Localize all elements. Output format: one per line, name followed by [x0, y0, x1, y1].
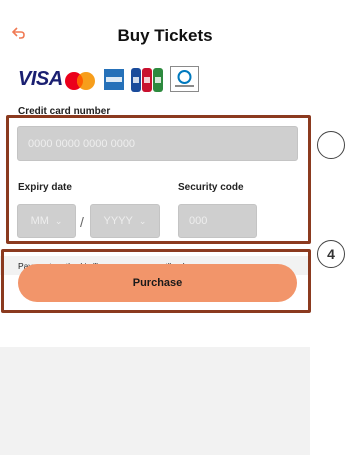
diners-club-logo	[170, 66, 199, 92]
form-highlight-box	[6, 115, 311, 244]
amex-logo	[104, 69, 124, 90]
card-brand-logos: VISA	[0, 56, 310, 96]
header-bar: Buy Tickets	[0, 0, 310, 56]
callout-form	[317, 131, 345, 159]
purchase-highlight-box	[1, 249, 311, 313]
visa-logo: VISA	[18, 68, 63, 90]
mastercard-logo	[65, 72, 95, 90]
page-title: Buy Tickets	[117, 26, 213, 45]
callout-purchase: 4	[317, 240, 345, 268]
jcb-logo	[131, 68, 163, 92]
